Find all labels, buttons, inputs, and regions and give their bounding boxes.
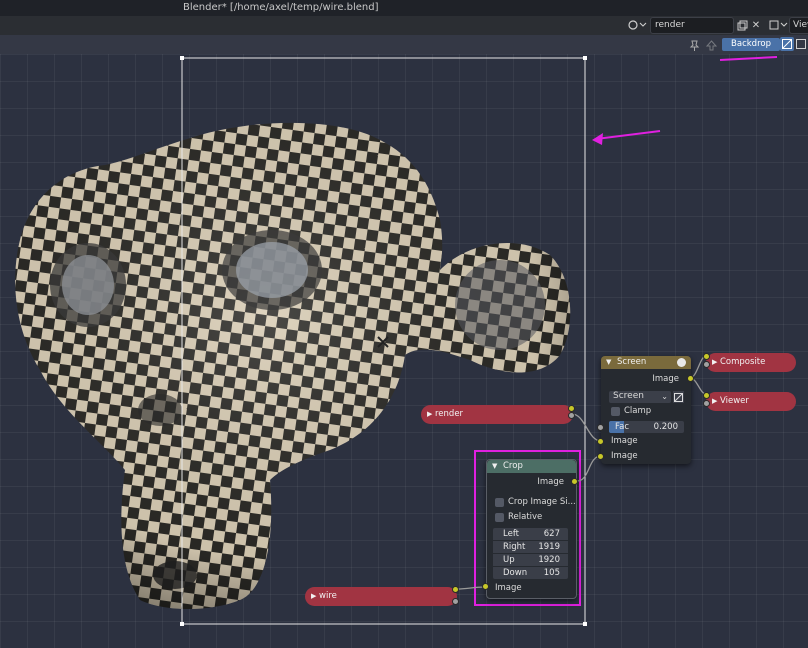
annotation-underline xyxy=(719,56,778,61)
render-alpha-socket[interactable] xyxy=(568,412,575,419)
screen-output-socket[interactable] xyxy=(687,375,694,382)
clamp-label: Clamp xyxy=(624,406,652,416)
composite-node-title: Composite xyxy=(720,357,766,367)
collapse-arrow-icon[interactable]: ▶ xyxy=(712,353,717,372)
crop-left-value: 627 xyxy=(543,529,560,539)
viewer-image-socket[interactable] xyxy=(703,392,710,399)
crop-up-label: Up xyxy=(503,555,515,565)
crop-right-value: 1919 xyxy=(538,542,560,552)
crop-node-header[interactable]: ▼ Crop xyxy=(487,460,576,473)
collapse-arrow-icon[interactable]: ▶ xyxy=(712,392,717,411)
screen-node-title: Screen xyxy=(617,357,647,367)
crop-down-value: 105 xyxy=(543,568,560,578)
crop-right-field[interactable]: Right 1919 xyxy=(493,541,568,553)
crop-image-size-checkbox[interactable] xyxy=(495,498,504,507)
collapse-arrow-icon[interactable]: ▼ xyxy=(492,460,497,473)
wire-render-layers-node[interactable]: ▶ wire xyxy=(305,587,457,606)
composite-image-socket[interactable] xyxy=(703,353,710,360)
render-node-title: render xyxy=(435,409,464,419)
crop-node-title: Crop xyxy=(503,461,523,471)
screen-input-socket-1[interactable] xyxy=(597,438,604,445)
screen-input-socket-2[interactable] xyxy=(597,453,604,460)
crop-output-image-label: Image xyxy=(537,477,564,487)
viewer-alpha-socket[interactable] xyxy=(703,400,710,407)
chevron-down-icon: ⌄ xyxy=(661,392,668,401)
fac-value: 0.200 xyxy=(653,422,678,432)
collapse-arrow-icon[interactable]: ▶ xyxy=(311,587,316,606)
use-alpha-icon[interactable] xyxy=(673,391,684,403)
screen-output-image-label: Image xyxy=(652,374,679,384)
viewer-node[interactable]: ▶ Viewer xyxy=(706,392,796,411)
relative-label: Relative xyxy=(508,512,543,522)
crop-left-label: Left xyxy=(503,529,519,539)
annotation-arrow xyxy=(592,130,661,145)
crop-image-size-label: Crop Image Si... xyxy=(508,497,576,507)
screen-input-image-2-label: Image xyxy=(611,451,638,461)
crop-left-field[interactable]: Left 627 xyxy=(493,528,568,540)
wire-node-title: wire xyxy=(319,591,337,601)
blend-mode-value: Screen xyxy=(613,391,644,401)
crop-up-field[interactable]: Up 1920 xyxy=(493,554,568,566)
screen-node-header[interactable]: ▼ Screen xyxy=(601,356,691,369)
relative-checkbox[interactable] xyxy=(495,513,504,522)
crop-input-image-label: Image xyxy=(495,583,522,593)
wire-image-socket[interactable] xyxy=(452,586,459,593)
collapse-arrow-icon[interactable]: ▶ xyxy=(427,405,432,424)
wire-alpha-socket[interactable] xyxy=(452,598,459,605)
crop-input-socket[interactable] xyxy=(482,583,489,590)
viewer-node-title: Viewer xyxy=(720,396,749,406)
render-image-socket[interactable] xyxy=(568,405,575,412)
composite-alpha-socket[interactable] xyxy=(703,361,710,368)
backdrop-image xyxy=(15,56,778,626)
render-layers-node[interactable]: ▶ render xyxy=(421,405,573,424)
screen-fac-socket[interactable] xyxy=(597,424,604,431)
screen-input-image-1-label: Image xyxy=(611,436,638,446)
screen-node[interactable]: ▼ Screen Image Screen ⌄ Clamp Fac 0.200 … xyxy=(601,356,691,464)
crop-output-socket[interactable] xyxy=(571,478,578,485)
composite-node[interactable]: ▶ Composite xyxy=(706,353,796,372)
blend-mode-dropdown[interactable]: Screen ⌄ xyxy=(609,391,671,403)
collapse-arrow-icon[interactable]: ▼ xyxy=(606,356,611,369)
crop-up-value: 1920 xyxy=(538,555,560,565)
crop-down-field[interactable]: Down 105 xyxy=(493,567,568,579)
color-mix-icon xyxy=(677,358,686,367)
clamp-checkbox[interactable] xyxy=(611,407,620,416)
crop-node[interactable]: ▼ Crop Image Crop Image Si... Relative L… xyxy=(486,459,577,599)
crop-right-label: Right xyxy=(503,542,526,552)
fac-label: Fac xyxy=(615,422,629,432)
fac-slider[interactable]: Fac 0.200 xyxy=(609,421,684,433)
crop-down-label: Down xyxy=(503,568,528,578)
